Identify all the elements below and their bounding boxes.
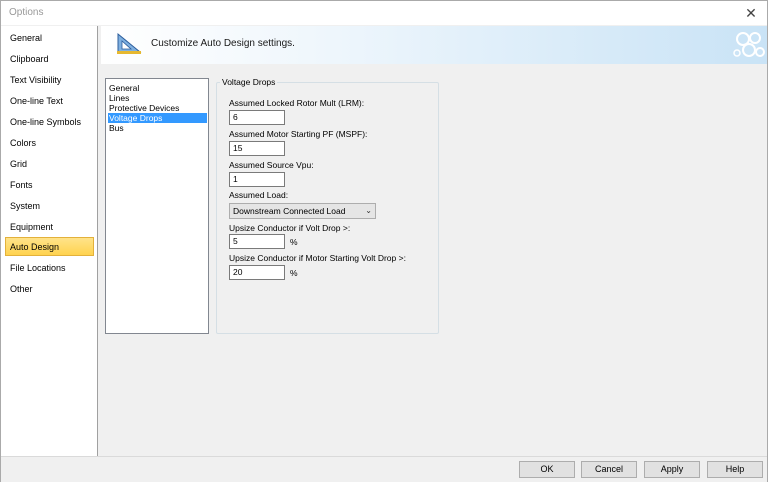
section-item-general[interactable]: General — [108, 83, 207, 93]
banner-title: Customize Auto Design settings. — [151, 38, 295, 49]
nav-item-grid[interactable]: Grid — [5, 154, 94, 173]
nav-item-file-locations[interactable]: File Locations — [5, 258, 94, 277]
nav-item-clipboard[interactable]: Clipboard — [5, 49, 94, 68]
upsize-label: Upsize Conductor if Volt Drop >: — [229, 223, 351, 233]
nav-item-text-visibility[interactable]: Text Visibility — [5, 70, 94, 89]
nav-item-system[interactable]: System — [5, 196, 94, 215]
assumed-load-label: Assumed Load: — [229, 190, 289, 200]
section-item-lines[interactable]: Lines — [108, 93, 207, 103]
assumed-load-dropdown[interactable]: Downstream Connected Load ⌄ — [229, 203, 376, 219]
drafting-triangle-icon — [117, 32, 142, 54]
close-icon[interactable]: ✕ — [741, 3, 761, 23]
nav-item-colors[interactable]: Colors — [5, 133, 94, 152]
upsize-field[interactable]: 5 — [229, 234, 285, 249]
source-vpu-label: Assumed Source Vpu: — [229, 160, 314, 170]
nav-item-fonts[interactable]: Fonts — [5, 175, 94, 194]
section-item-voltage-drops[interactable]: Voltage Drops — [108, 113, 207, 123]
source-vpu-field[interactable]: 1 — [229, 172, 285, 187]
mspf-field[interactable]: 15 — [229, 141, 285, 156]
ok-button[interactable]: OK — [519, 461, 575, 478]
header-banner: Customize Auto Design settings. — [101, 26, 767, 64]
motor-upsize-unit: % — [290, 268, 298, 278]
gears-icon — [733, 32, 765, 57]
nav-item-one-line-text[interactable]: One-line Text — [5, 91, 94, 110]
assumed-load-value: Downstream Connected Load — [233, 206, 346, 216]
motor-upsize-field[interactable]: 20 — [229, 265, 285, 280]
apply-button[interactable]: Apply — [644, 461, 700, 478]
nav-item-auto-design[interactable]: Auto Design — [5, 237, 94, 256]
nav-item-equipment[interactable]: Equipment — [5, 217, 94, 236]
help-button[interactable]: Help — [707, 461, 763, 478]
section-item-protective-devices[interactable]: Protective Devices — [108, 103, 207, 113]
cancel-button[interactable]: Cancel — [581, 461, 637, 478]
section-item-bus[interactable]: Bus — [108, 123, 207, 133]
auto-design-section-list: General Lines Protective Devices Voltage… — [105, 78, 209, 334]
motor-upsize-label: Upsize Conductor if Motor Starting Volt … — [229, 253, 406, 263]
dialog-footer: OK Cancel Apply Help — [1, 456, 767, 482]
nav-item-other[interactable]: Other — [5, 279, 94, 298]
window-title: Options — [9, 7, 44, 18]
options-category-nav: General Clipboard Text Visibility One-li… — [1, 26, 98, 456]
upsize-unit: % — [290, 237, 298, 247]
lrm-label: Assumed Locked Rotor Mult (LRM): — [229, 98, 365, 108]
lrm-field[interactable]: 6 — [229, 110, 285, 125]
nav-item-general[interactable]: General — [5, 28, 94, 47]
voltage-drops-group-title: Voltage Drops — [220, 77, 278, 87]
content-panel: Customize Auto Design settings. General … — [99, 26, 767, 456]
title-bar: Options ✕ — [1, 1, 767, 25]
mspf-label: Assumed Motor Starting PF (MSPF): — [229, 129, 368, 139]
options-window: Options ✕ General Clipboard Text Visibil… — [0, 0, 768, 482]
nav-item-one-line-symbols[interactable]: One-line Symbols — [5, 112, 94, 131]
chevron-down-icon: ⌄ — [365, 206, 372, 215]
